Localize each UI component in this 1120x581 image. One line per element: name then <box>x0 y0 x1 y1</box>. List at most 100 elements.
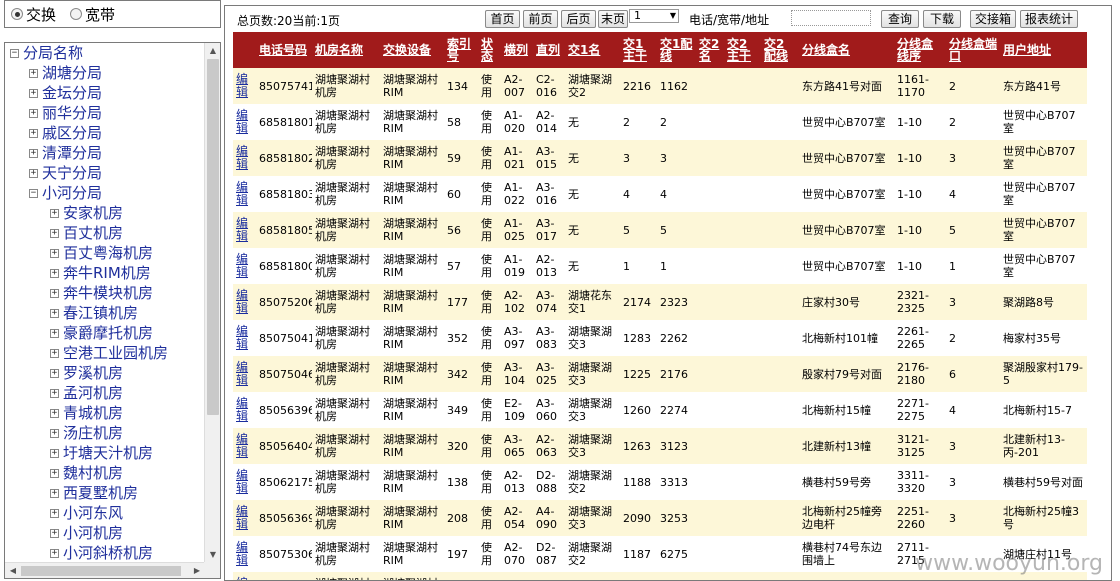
expand-icon[interactable]: + <box>50 548 59 558</box>
edit-link[interactable]: 编辑 <box>233 176 256 212</box>
column-header[interactable]: 交2主干 <box>724 32 761 68</box>
scroll-left-icon[interactable]: ◀ <box>5 563 21 578</box>
expand-icon[interactable]: + <box>50 468 59 478</box>
tree-room-label[interactable]: 奔牛模块机房 <box>63 283 153 303</box>
tree-branch-label[interactable]: 丽华分局 <box>42 103 102 123</box>
next-page-button[interactable]: 后页 <box>561 10 596 28</box>
tree-branch[interactable]: + 丽华分局 <box>5 103 205 123</box>
tree-branch[interactable]: + 戚区分局 <box>5 123 205 143</box>
edit-link[interactable]: 编辑 <box>233 212 256 248</box>
tree-room[interactable]: + 空港工业园机房 <box>5 343 205 363</box>
column-header[interactable]: 分线盒名 <box>799 32 894 68</box>
edit-link[interactable]: 编辑 <box>233 248 256 284</box>
edit-link[interactable]: 编辑 <box>233 320 256 356</box>
tree-root-label[interactable]: 分局名称 <box>23 43 83 63</box>
expand-icon[interactable]: + <box>50 288 59 298</box>
column-header[interactable]: 交2配线 <box>761 32 799 68</box>
tree-room-label[interactable]: 豪爵摩托机房 <box>63 323 153 343</box>
tree-room[interactable]: + 孟河机房 <box>5 383 205 403</box>
expand-icon[interactable]: + <box>29 68 38 78</box>
tree-branch-label[interactable]: 戚区分局 <box>42 123 102 143</box>
page-select[interactable]: 1 ▼ <box>629 9 679 23</box>
edit-link[interactable]: 编辑 <box>233 500 256 536</box>
first-page-button[interactable]: 首页 <box>485 10 520 28</box>
tree-branch-label[interactable]: 金坛分局 <box>42 83 102 103</box>
expand-icon[interactable]: + <box>50 228 59 238</box>
edit-link[interactable]: 编辑 <box>233 104 256 140</box>
tree-room[interactable]: + 西夏墅机房 <box>5 483 205 503</box>
search-input[interactable] <box>791 10 871 26</box>
column-header[interactable]: 交换设备 <box>380 32 444 68</box>
column-header[interactable]: 状态 <box>478 32 501 68</box>
tree-room[interactable]: + 百丈机房 <box>5 223 205 243</box>
expand-icon[interactable]: + <box>50 348 59 358</box>
column-header[interactable]: 交1配线 <box>657 32 696 68</box>
expand-icon[interactable]: + <box>50 408 59 418</box>
expand-icon[interactable]: + <box>50 388 59 398</box>
scroll-right-icon[interactable]: ▶ <box>189 563 205 578</box>
edit-link[interactable]: 编辑 <box>233 356 256 392</box>
expand-icon[interactable]: + <box>50 328 59 338</box>
expand-icon[interactable]: + <box>29 88 38 98</box>
expand-icon[interactable]: + <box>50 428 59 438</box>
column-header[interactable]: 分线盒线序 <box>894 32 946 68</box>
tree-room[interactable]: + 小河斜桥机房 <box>5 543 205 563</box>
edit-link[interactable]: 编辑 <box>233 428 256 464</box>
tree-room-label[interactable]: 春江镇机房 <box>63 303 138 323</box>
column-header[interactable]: 交1主干 <box>620 32 657 68</box>
tree-room-label[interactable]: 孟河机房 <box>63 383 123 403</box>
tree-room[interactable]: + 奔牛模块机房 <box>5 283 205 303</box>
tree-room[interactable]: + 百丈粤海机房 <box>5 243 205 263</box>
scroll-thumb[interactable] <box>207 59 219 415</box>
report-button[interactable]: 报表统计 <box>1020 10 1078 28</box>
tree-branch-label[interactable]: 湖塘分局 <box>42 63 102 83</box>
tree-root[interactable]: − 分局名称 <box>5 43 205 63</box>
expand-icon[interactable]: + <box>50 448 59 458</box>
expand-icon[interactable]: + <box>50 308 59 318</box>
tree-room-label[interactable]: 西夏墅机房 <box>63 483 138 503</box>
column-header[interactable]: 电话号码 <box>256 32 312 68</box>
tree-branch-expanded-label[interactable]: 小河分局 <box>42 183 102 203</box>
edit-link[interactable]: 编辑 <box>233 464 256 500</box>
edit-link[interactable]: 编辑 <box>233 536 256 572</box>
tree-branch-label[interactable]: 天宁分局 <box>42 163 102 183</box>
scroll-thumb-horizontal[interactable] <box>21 566 181 576</box>
column-header[interactable]: 横列 <box>501 32 533 68</box>
tree-branch[interactable]: + 清潭分局 <box>5 143 205 163</box>
tree-room[interactable]: + 奔牛RIM机房 <box>5 263 205 283</box>
tree-branch[interactable]: + 湖塘分局 <box>5 63 205 83</box>
tree-room-label[interactable]: 百丈粤海机房 <box>63 243 153 263</box>
edit-link[interactable]: 编辑 <box>233 572 256 580</box>
collapse-icon[interactable]: − <box>10 48 19 58</box>
tree-room[interactable]: + 青城机房 <box>5 403 205 423</box>
tree-branch[interactable]: + 天宁分局 <box>5 163 205 183</box>
tree-room[interactable]: + 汤庄机房 <box>5 423 205 443</box>
tree-branch-expanded[interactable]: − 小河分局 <box>5 183 205 203</box>
tree-room[interactable]: + 圩塘天汁机房 <box>5 443 205 463</box>
radio-exchange[interactable]: 交换 <box>11 4 56 25</box>
expand-icon[interactable]: + <box>50 208 59 218</box>
edit-link[interactable]: 编辑 <box>233 392 256 428</box>
radio-broadband-dot[interactable] <box>70 8 83 20</box>
expand-icon[interactable]: + <box>29 108 38 118</box>
tree-room[interactable]: + 小河东风 <box>5 503 205 523</box>
tree-room-label[interactable]: 小河机房 <box>63 523 123 543</box>
tree-room-label[interactable]: 魏村机房 <box>63 463 123 483</box>
tree-room[interactable]: + 安家机房 <box>5 203 205 223</box>
scroll-down-icon[interactable]: ▼ <box>205 547 220 563</box>
expand-icon[interactable]: + <box>50 508 59 518</box>
expand-icon[interactable]: + <box>50 248 59 258</box>
tree-vertical-scrollbar[interactable]: ▲ ▼ <box>204 43 220 563</box>
radio-broadband[interactable]: 宽带 <box>70 4 115 25</box>
tree-room-label[interactable]: 小河东风 <box>63 503 123 523</box>
scroll-up-icon[interactable]: ▲ <box>205 43 220 59</box>
edit-link[interactable]: 编辑 <box>233 284 256 320</box>
tree-room[interactable]: + 豪爵摩托机房 <box>5 323 205 343</box>
edit-link[interactable]: 编辑 <box>233 68 256 104</box>
edit-link[interactable]: 编辑 <box>233 140 256 176</box>
switchbox-button[interactable]: 交接箱 <box>970 10 1016 28</box>
radio-exchange-dot[interactable] <box>11 8 23 20</box>
tree-room[interactable]: + 魏村机房 <box>5 463 205 483</box>
tree-room-label[interactable]: 圩塘天汁机房 <box>63 443 153 463</box>
tree-room[interactable]: + 罗溪机房 <box>5 363 205 383</box>
